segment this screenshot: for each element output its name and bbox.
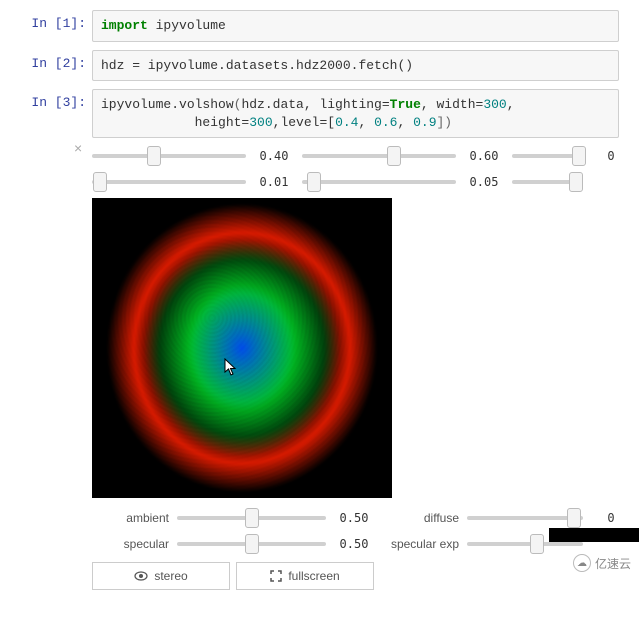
watermark: ☁ 亿速云	[573, 554, 631, 572]
diffuse-value: 0	[583, 511, 639, 525]
level-slider-row-1: 0.40 0.60 0	[92, 146, 639, 166]
prompt-2: In [2]:	[10, 50, 92, 82]
specular-label: specular	[92, 537, 177, 551]
opacity2-slider[interactable]	[302, 172, 456, 192]
fullscreen-button[interactable]: fullscreen	[236, 562, 374, 590]
level2-slider[interactable]	[302, 146, 456, 166]
keyword-import: import	[101, 18, 148, 33]
diffuse-slider[interactable]	[467, 508, 583, 528]
level3-value: 0	[583, 149, 639, 163]
prompt-1: In [1]:	[10, 10, 92, 42]
code-cell-1: In [1]: import ipyvolume	[10, 10, 639, 42]
stereo-button[interactable]: stereo	[92, 562, 230, 590]
specular-slider[interactable]	[177, 534, 326, 554]
close-icon[interactable]: ×	[74, 140, 82, 156]
level2-value: 0.60	[456, 149, 512, 163]
code-input-2[interactable]: hdz = ipyvolume.datasets.hdz2000.fetch()	[92, 50, 619, 82]
ambient-value: 0.50	[326, 511, 382, 525]
ambient-slider[interactable]	[177, 508, 326, 528]
code-cell-2: In [2]: hdz = ipyvolume.datasets.hdz2000…	[10, 50, 639, 82]
specular-value: 0.50	[326, 537, 382, 551]
opacity1-slider[interactable]	[92, 172, 246, 192]
opacity-slider-row: 0.01 0.05	[92, 172, 639, 192]
fullscreen-icon	[270, 570, 282, 582]
ambient-label: ambient	[92, 511, 177, 525]
specular-exp-label: specular exp	[382, 537, 467, 551]
volume-canvas[interactable]	[92, 198, 392, 498]
eye-icon	[134, 571, 148, 581]
cloud-icon: ☁	[573, 554, 591, 572]
level1-value: 0.40	[246, 149, 302, 163]
level1-slider[interactable]	[92, 146, 246, 166]
widget-output: × 0.40 0.60 0 0.01	[92, 146, 639, 590]
code-input-1[interactable]: import ipyvolume	[92, 10, 619, 42]
opacity1-value: 0.01	[246, 175, 302, 189]
level3-slider[interactable]	[512, 146, 583, 166]
lighting-row-1: ambient 0.50 diffuse 0	[92, 508, 639, 528]
code-input-3[interactable]: ipyvolume.volshow(hdz.data, lighting=Tru…	[92, 89, 619, 138]
code-cell-3: In [3]: ipyvolume.volshow(hdz.data, ligh…	[10, 89, 639, 138]
prompt-3: In [3]:	[10, 89, 92, 138]
diffuse-label: diffuse	[382, 511, 467, 525]
opacity2-value: 0.05	[456, 175, 512, 189]
opacity3-slider[interactable]	[512, 172, 583, 192]
redaction-bar	[549, 528, 639, 542]
